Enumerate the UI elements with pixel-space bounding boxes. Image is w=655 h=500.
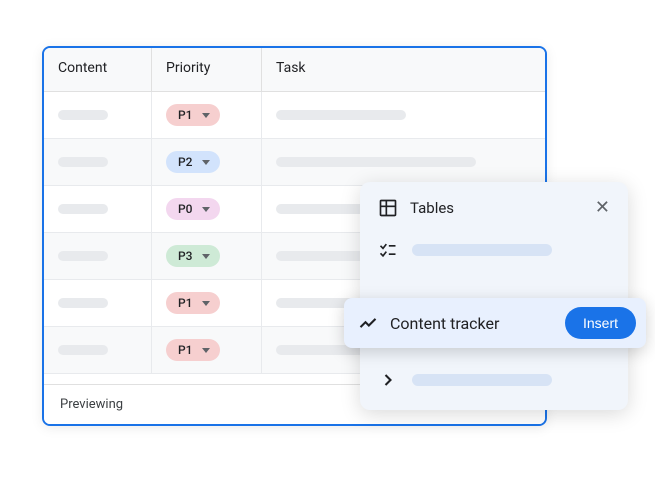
- placeholder-text: [58, 157, 108, 167]
- placeholder-text: [412, 244, 552, 256]
- placeholder-text: [276, 110, 406, 120]
- chevron-right-icon: [378, 370, 398, 390]
- placeholder-text: [58, 298, 108, 308]
- cell-content: [44, 186, 152, 232]
- cell-priority: P2: [152, 139, 262, 185]
- table-icon: [378, 198, 398, 218]
- table-row: P2: [44, 139, 545, 186]
- cell-task: [262, 139, 545, 185]
- popover-item-content-tracker[interactable]: Content tracker Insert: [344, 298, 646, 348]
- trend-icon: [358, 313, 378, 333]
- priority-chip[interactable]: P2: [166, 151, 220, 173]
- placeholder-text: [58, 110, 108, 120]
- placeholder-text: [58, 251, 108, 261]
- table-header-priority: Priority: [152, 48, 262, 91]
- chevron-down-icon: [202, 113, 210, 118]
- chevron-down-icon: [202, 348, 210, 353]
- popover-title: Tables: [410, 199, 454, 217]
- priority-label: P3: [178, 249, 192, 263]
- cell-priority: P3: [152, 233, 262, 279]
- cell-content: [44, 233, 152, 279]
- popover-item-more[interactable]: [360, 360, 628, 400]
- table-row: P1: [44, 92, 545, 139]
- close-icon[interactable]: ✕: [595, 199, 610, 217]
- table-header-task: Task: [262, 48, 545, 91]
- chevron-down-icon: [202, 301, 210, 306]
- popover-item-checklist[interactable]: [360, 230, 628, 270]
- cell-priority: P0: [152, 186, 262, 232]
- priority-chip[interactable]: P3: [166, 245, 220, 267]
- priority-label: P0: [178, 202, 192, 216]
- priority-chip[interactable]: P1: [166, 339, 220, 361]
- cell-task: [262, 92, 545, 138]
- cell-content: [44, 139, 152, 185]
- placeholder-text: [276, 157, 476, 167]
- chevron-down-icon: [202, 160, 210, 165]
- tables-popover: Tables ✕: [360, 182, 628, 410]
- priority-chip[interactable]: P1: [166, 104, 220, 126]
- checklist-icon: [378, 240, 398, 260]
- table-header-row: Content Priority Task: [44, 48, 545, 92]
- insert-button[interactable]: Insert: [565, 307, 636, 339]
- status-text: Previewing: [60, 397, 123, 412]
- priority-label: P2: [178, 155, 192, 169]
- priority-chip[interactable]: P0: [166, 198, 220, 220]
- cell-priority: P1: [152, 327, 262, 373]
- cell-content: [44, 92, 152, 138]
- priority-label: P1: [178, 343, 192, 357]
- content-tracker-label: Content tracker: [390, 314, 553, 333]
- popover-header: Tables ✕: [360, 196, 628, 230]
- placeholder-text: [412, 374, 552, 386]
- priority-label: P1: [178, 296, 192, 310]
- cell-priority: P1: [152, 280, 262, 326]
- placeholder-text: [58, 345, 108, 355]
- chevron-down-icon: [202, 254, 210, 259]
- cell-priority: P1: [152, 92, 262, 138]
- chevron-down-icon: [202, 207, 210, 212]
- priority-label: P1: [178, 108, 192, 122]
- cell-content: [44, 280, 152, 326]
- priority-chip[interactable]: P1: [166, 292, 220, 314]
- placeholder-text: [58, 204, 108, 214]
- table-header-content: Content: [44, 48, 152, 91]
- cell-content: [44, 327, 152, 373]
